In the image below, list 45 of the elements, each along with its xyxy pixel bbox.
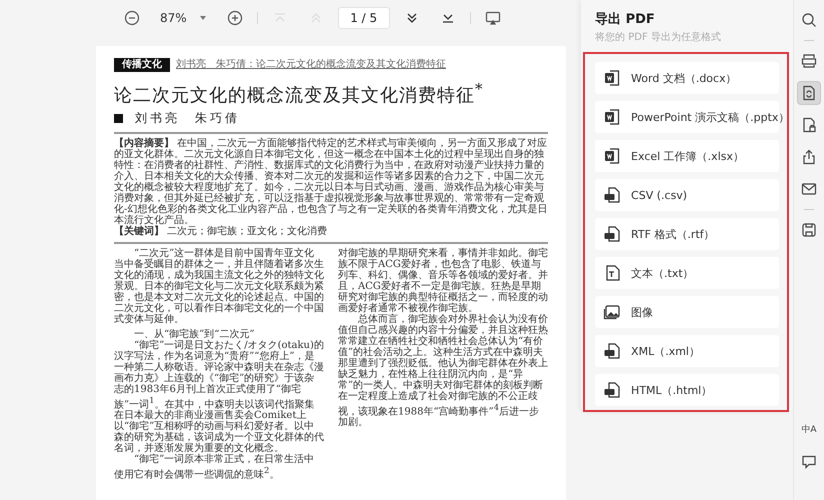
article-title: 论二次元文化的概念流变及其文化消费特征$^{*}$ bbox=[114, 79, 484, 107]
export-format-option[interactable]: CSV (.csv) bbox=[595, 179, 780, 211]
file-icon bbox=[603, 381, 622, 399]
panel-subtitle: 将您的 PDF 导出为任意格式 bbox=[594, 30, 722, 44]
file-icon bbox=[603, 225, 622, 243]
file-lock-icon bbox=[801, 117, 818, 133]
export-format-option[interactable]: XML（.xml） bbox=[595, 335, 780, 367]
body-paragraph: 总体而言，御宅族会对外界社会认为没有价值但自己感兴趣的内容十分偏爱，并且这种狂热常常建立在牺牲社交和牺牲社会总体认为“有价值”的社会活动之上。这种生活方式在中森明夫那里遭到了强烈贬低。他认为御宅群体在外表上缺乏魅力，在性格上往往阴沉内向，是“异常”的一类人。中森明夫对御宅群体的刻板判断在一定程度上造成了社会对御宅族的不公正歧视，该现象在1988年“宫崎勤事件”$^{4}$后进一步加剧。 bbox=[338, 314, 548, 428]
zoom-out-icon bbox=[124, 10, 140, 26]
section-tag: 传播文化 bbox=[114, 58, 170, 72]
document-icon bbox=[603, 69, 622, 87]
export-format-option[interactable]: RTF 格式（.rtf） bbox=[595, 218, 780, 250]
body-paragraph: 对御宅族的早期研究来看，事情并非如此。御宅族不限于ACG爱好者，也包含了电影、铁道与列车、科幻、偶像、音乐等各领域的爱好者。并且，ACG爱好者不一定是御宅族。狂热是早期研究对御宅族的典型特征概括之一，而轻度的动画爱好者通常不被视作御宅族。 bbox=[338, 248, 548, 314]
body-paragraph: “御宅”一词是日文おたく/オタク(otaku)的汉字写法，作为名词意为“贵府”“您府上”，是一种第二人称敬语。评论家中森明夫在杂志《漫画布力克》上连载的《“御宅”的研究》于该杂志的1983年6月刊上首次正式使用了“御宅族”一词$^{1}$。在其中，中森明夫以该词代指聚集在日本最大的非商业漫画售卖会Comiket上以“御宅”互相称呼的动画与科幻爱好者。以中森的研究为基础，该词成为一个亚文化群体的代名词，并逐渐发展为重要的文化概念。 bbox=[114, 340, 324, 454]
export-format-option[interactable]: 图像 bbox=[595, 296, 780, 328]
mail-icon bbox=[801, 181, 818, 197]
body-paragraph: “御宅”一词原本非常正式，在日常生活中使用它有时会偶带一些调侃的意味$^{2}$。 bbox=[114, 454, 316, 481]
search-icon bbox=[801, 12, 818, 28]
screen-icon bbox=[484, 10, 501, 26]
convert-icon bbox=[801, 85, 818, 101]
body-paragraph: “二次元”这一群体是目前中国青年亚文化当中备受瞩目的群体之一，并且伴随着诸多次生文化的涌现，成为我国主流文化之外的独特文化景观。日本的御宅文化与二次元文化联系颇为紧密，也是本文对二次元文化的论述起点。中国的二次元文化，可以看作日本御宅文化的一个中国式变体与延伸。 bbox=[114, 248, 324, 325]
zoom-in-icon bbox=[226, 10, 243, 26]
section-heading: 一、从“御宅族”到“二次元” bbox=[133, 329, 256, 340]
export-format-option[interactable]: Excel 工作簿（.xlsx） bbox=[595, 140, 780, 172]
export-format-option[interactable]: HTML（.html） bbox=[595, 374, 780, 406]
caret-icon bbox=[198, 15, 207, 21]
image-icon bbox=[603, 303, 622, 321]
translate-button[interactable]: 中A bbox=[799, 418, 820, 442]
comment-icon bbox=[801, 454, 818, 470]
keywords-text: 【关键词】 二次元；御宅族；亚文化；文化消费 bbox=[114, 226, 328, 237]
convert-button[interactable] bbox=[797, 81, 822, 105]
article-authors: 刘书亮 朱巧倩 bbox=[135, 110, 240, 127]
file-icon bbox=[603, 342, 622, 360]
file-icon bbox=[603, 186, 622, 204]
square-icon bbox=[114, 114, 123, 123]
save-icon bbox=[801, 222, 818, 238]
page-number-field[interactable]: 1 / 5 bbox=[338, 7, 390, 29]
share-icon bbox=[801, 149, 818, 165]
zoom-dropdown[interactable]: 87% bbox=[154, 9, 213, 27]
export-format-option[interactable]: 文本（.txt） bbox=[595, 257, 780, 289]
panel-title: 导出 PDF bbox=[594, 11, 656, 28]
running-header: 刘书亮 朱巧倩：论二次元文化的概念流变及其文化消费特征 bbox=[176, 59, 446, 71]
double-chevron-icon bbox=[404, 11, 419, 25]
abstract-text: 【内容摘要】 在中国，二次元一方面能够指代特定的艺术样式与审美倾向，另一方面又形成了对应的亚文化群体。二次元文化源自日本御宅文化，但这一概念在中国本土化的过程中呈现出自身的独特性：在消费者的社群性、产消性、数据库式的文化消费行为当中，在政府对动漫产业扶持力量的介入、日本相关文化的大众传播、资本对二次元的发掘和运作等诸多因素的合力之下，中国二次元文化的概念被较大程度地扩充了。如今，二次元以日本与日式动画、漫画、游戏作品为核心审美与消费对象，但其外延已经被扩充，可以泛指基于虚拟视觉形象与故事世界观的、常常带有一定奇观化-幻想化色彩的各类文化工业内容产品，也包含了与之有一定关联的各类青年消费文化，尤其是日本流行文化产品。 bbox=[114, 138, 548, 226]
export-format-option[interactable]: Word 文档（.docx） bbox=[595, 62, 780, 94]
